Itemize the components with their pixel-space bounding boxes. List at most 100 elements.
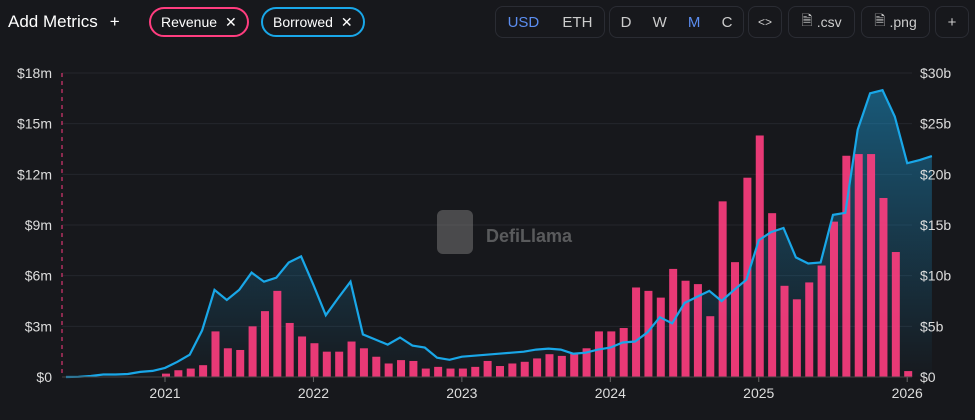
revenue-bar — [545, 354, 554, 377]
revenue-bar — [285, 322, 294, 377]
revenue-bar — [656, 297, 665, 377]
revenue-bar — [322, 351, 331, 377]
revenue-bar — [891, 252, 900, 377]
revenue-bar — [248, 326, 257, 377]
revenue-bar — [236, 349, 245, 377]
right-axis-tick: $5b — [920, 318, 944, 334]
revenue-bar — [347, 341, 356, 377]
period-cumulative[interactable]: C — [722, 14, 733, 31]
revenue-bar — [483, 360, 492, 377]
revenue-bar — [174, 370, 183, 377]
x-axis-tick: 2021 — [149, 385, 180, 401]
revenue-bar — [817, 265, 826, 377]
revenue-bar — [632, 287, 641, 377]
right-axis-tick: $20b — [920, 166, 951, 182]
x-axis-tick: 2023 — [446, 385, 477, 401]
borrowed-line — [65, 88, 933, 379]
revenue-bar — [792, 299, 801, 377]
file-download-icon: 🗎 — [874, 12, 886, 28]
revenue-bar — [557, 355, 566, 377]
period-toggle: DWMC — [609, 6, 744, 38]
revenue-bar — [162, 373, 170, 377]
revenue-bar — [186, 368, 195, 377]
revenue-bar — [693, 284, 702, 377]
revenue-bar — [397, 360, 406, 377]
csv-download-button[interactable]: 🗎 .csv — [788, 6, 855, 38]
revenue-bar — [384, 363, 393, 377]
revenue-bar — [223, 348, 232, 377]
x-axis-tick: 2026 — [892, 385, 923, 401]
add-chart-button[interactable]: + — [935, 6, 969, 38]
csv-label: .csv — [816, 14, 842, 30]
revenue-bar — [644, 290, 653, 377]
revenue-bar — [310, 343, 319, 377]
plus-icon: + — [947, 13, 957, 31]
right-axis-tick: $15b — [920, 217, 951, 233]
revenue-bar — [842, 155, 851, 377]
revenue-bar — [458, 368, 467, 377]
revenue-metric-chip[interactable]: Revenue ✕ — [149, 7, 249, 37]
file-download-icon: 🗎 — [801, 12, 813, 28]
revenue-bar — [904, 371, 913, 377]
revenue-bar — [260, 311, 269, 377]
borrowed-area — [66, 90, 932, 377]
revenue-bar — [582, 348, 591, 377]
left-axis-tick: $15m — [17, 116, 52, 132]
revenue-bar — [743, 177, 752, 377]
revenue-bar — [434, 366, 443, 377]
revenue-bar — [607, 331, 616, 377]
usd-button[interactable]: USD — [500, 14, 548, 31]
revenue-bar — [768, 213, 777, 377]
left-axis-tick: $0 — [36, 369, 52, 385]
revenue-bar — [570, 353, 579, 377]
left-axis-tick: $3m — [25, 318, 52, 334]
revenue-bar — [879, 197, 888, 377]
revenue-bar — [669, 268, 678, 377]
revenue-bar — [471, 366, 480, 377]
revenue-bar — [421, 368, 430, 377]
close-icon[interactable]: ✕ — [225, 14, 237, 31]
revenue-bar — [508, 363, 517, 377]
close-icon[interactable]: ✕ — [341, 14, 353, 31]
revenue-bar — [829, 221, 838, 377]
revenue-bar — [211, 331, 220, 377]
revenue-bar — [706, 316, 715, 377]
revenue-bar — [409, 360, 418, 377]
revenue-bar — [780, 285, 789, 377]
embed-button[interactable]: <> — [748, 6, 782, 38]
revenue-bar — [755, 135, 764, 377]
x-axis-tick: 2022 — [298, 385, 329, 401]
revenue-bar — [359, 348, 368, 377]
png-download-button[interactable]: 🗎 .png — [861, 6, 930, 38]
borrowed-label: Borrowed — [273, 14, 333, 30]
left-axis-tick: $6m — [25, 268, 52, 284]
revenue-bar — [533, 358, 542, 377]
png-label: .png — [889, 14, 917, 30]
add-metrics-button[interactable]: Add Metrics + — [0, 6, 128, 38]
eth-button[interactable]: ETH — [554, 14, 600, 31]
right-axis-tick: $30b — [920, 65, 951, 81]
revenue-bar — [520, 361, 529, 377]
right-axis-tick: $10b — [920, 268, 951, 284]
plus-icon: + — [109, 12, 120, 31]
revenue-bar — [805, 282, 814, 377]
revenue-bar — [298, 336, 307, 377]
chart: $0 $0 $3m $5b $6m $10b $9m $15b $12m $20b $15m $25b… — [17, 65, 951, 401]
x-axis-tick: 2025 — [743, 385, 774, 401]
revenue-label: Revenue — [161, 14, 218, 30]
borrowed-metric-chip[interactable]: Borrowed ✕ — [261, 7, 365, 37]
revenue-bar — [495, 366, 504, 377]
revenue-bar — [594, 331, 603, 377]
revenue-bar — [372, 356, 381, 377]
left-axis-tick: $9m — [25, 217, 52, 233]
revenue-bar — [446, 368, 455, 377]
revenue-bar — [867, 154, 876, 377]
revenue-bar — [731, 262, 740, 377]
period-monthly[interactable]: M — [688, 14, 701, 31]
revenue-bar — [681, 280, 690, 377]
watermark: DefiLlama — [437, 210, 573, 254]
period-daily[interactable]: D — [621, 14, 632, 31]
revenue-bar — [199, 365, 208, 377]
period-weekly[interactable]: W — [653, 14, 667, 31]
code-icon: <> — [757, 15, 772, 29]
